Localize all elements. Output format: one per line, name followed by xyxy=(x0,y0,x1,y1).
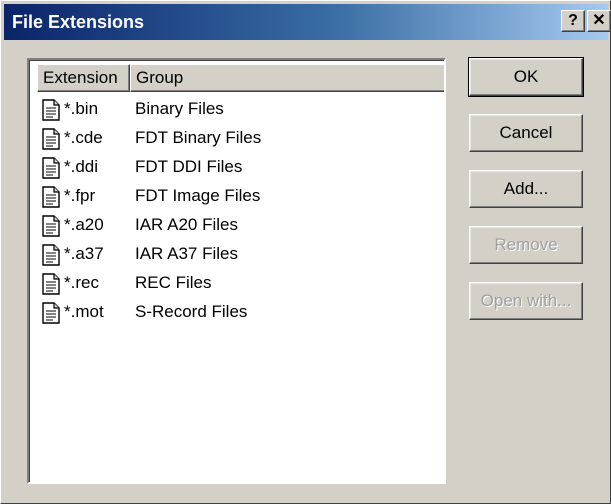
column-header-group[interactable]: Group xyxy=(130,64,444,92)
list-header: Extension Group xyxy=(37,64,444,92)
extensions-list[interactable]: Extension Group *.bin Binary Files *.cde… xyxy=(27,58,446,484)
document-icon xyxy=(42,157,60,179)
remove-button[interactable]: Remove xyxy=(469,226,583,264)
document-icon xyxy=(42,302,60,324)
list-item[interactable]: *.a20 IAR A20 Files xyxy=(37,212,437,241)
close-button[interactable]: ✕ xyxy=(587,10,611,32)
group-cell: IAR A37 Files xyxy=(135,244,238,263)
help-icon: ? xyxy=(568,12,578,29)
document-icon xyxy=(42,186,60,208)
help-button[interactable]: ? xyxy=(561,10,585,32)
list-item[interactable]: *.ddi FDT DDI Files xyxy=(37,154,437,183)
extension-cell: *.cde xyxy=(64,128,103,147)
extension-cell: *.bin xyxy=(64,99,99,118)
close-icon: ✕ xyxy=(592,12,606,29)
group-cell: Binary Files xyxy=(135,99,224,118)
group-cell: S-Record Files xyxy=(135,302,248,321)
ok-button[interactable]: OK xyxy=(468,57,584,97)
group-cell: FDT Image Files xyxy=(135,186,261,205)
list-item[interactable]: *.bin Binary Files xyxy=(37,96,437,125)
list-item[interactable]: *.mot S-Record Files xyxy=(37,299,437,328)
group-cell: REC Files xyxy=(135,273,212,292)
file-extensions-dialog: File Extensions ? ✕ Extension Group *.bi… xyxy=(0,0,611,504)
list-rows: *.bin Binary Files *.cde FDT Binary File… xyxy=(37,96,437,328)
document-icon xyxy=(42,215,60,237)
extension-cell: *.rec xyxy=(64,273,99,292)
dialog-title: File Extensions xyxy=(12,12,145,32)
document-icon xyxy=(42,99,60,121)
extension-cell: *.mot xyxy=(64,302,104,321)
list-item[interactable]: *.cde FDT Binary Files xyxy=(37,125,437,154)
title-bar[interactable]: File Extensions ? ✕ xyxy=(4,4,611,40)
open-with-button[interactable]: Open with... xyxy=(469,282,583,320)
document-icon xyxy=(42,273,60,295)
group-cell: FDT DDI Files xyxy=(135,157,243,176)
extension-cell: *.ddi xyxy=(64,157,99,176)
list-item[interactable]: *.rec REC Files xyxy=(37,270,437,299)
group-cell: IAR A20 Files xyxy=(135,215,238,234)
document-icon xyxy=(42,244,60,266)
group-cell: FDT Binary Files xyxy=(135,128,262,147)
list-item[interactable]: *.a37 IAR A37 Files xyxy=(37,241,437,270)
add-button[interactable]: Add... xyxy=(469,170,583,208)
extension-cell: *.fpr xyxy=(64,186,96,205)
extension-cell: *.a20 xyxy=(64,215,104,234)
list-item[interactable]: *.fpr FDT Image Files xyxy=(37,183,437,212)
cancel-button[interactable]: Cancel xyxy=(469,114,583,152)
extension-cell: *.a37 xyxy=(64,244,104,263)
document-icon xyxy=(42,128,60,150)
column-header-extension[interactable]: Extension xyxy=(37,64,130,92)
